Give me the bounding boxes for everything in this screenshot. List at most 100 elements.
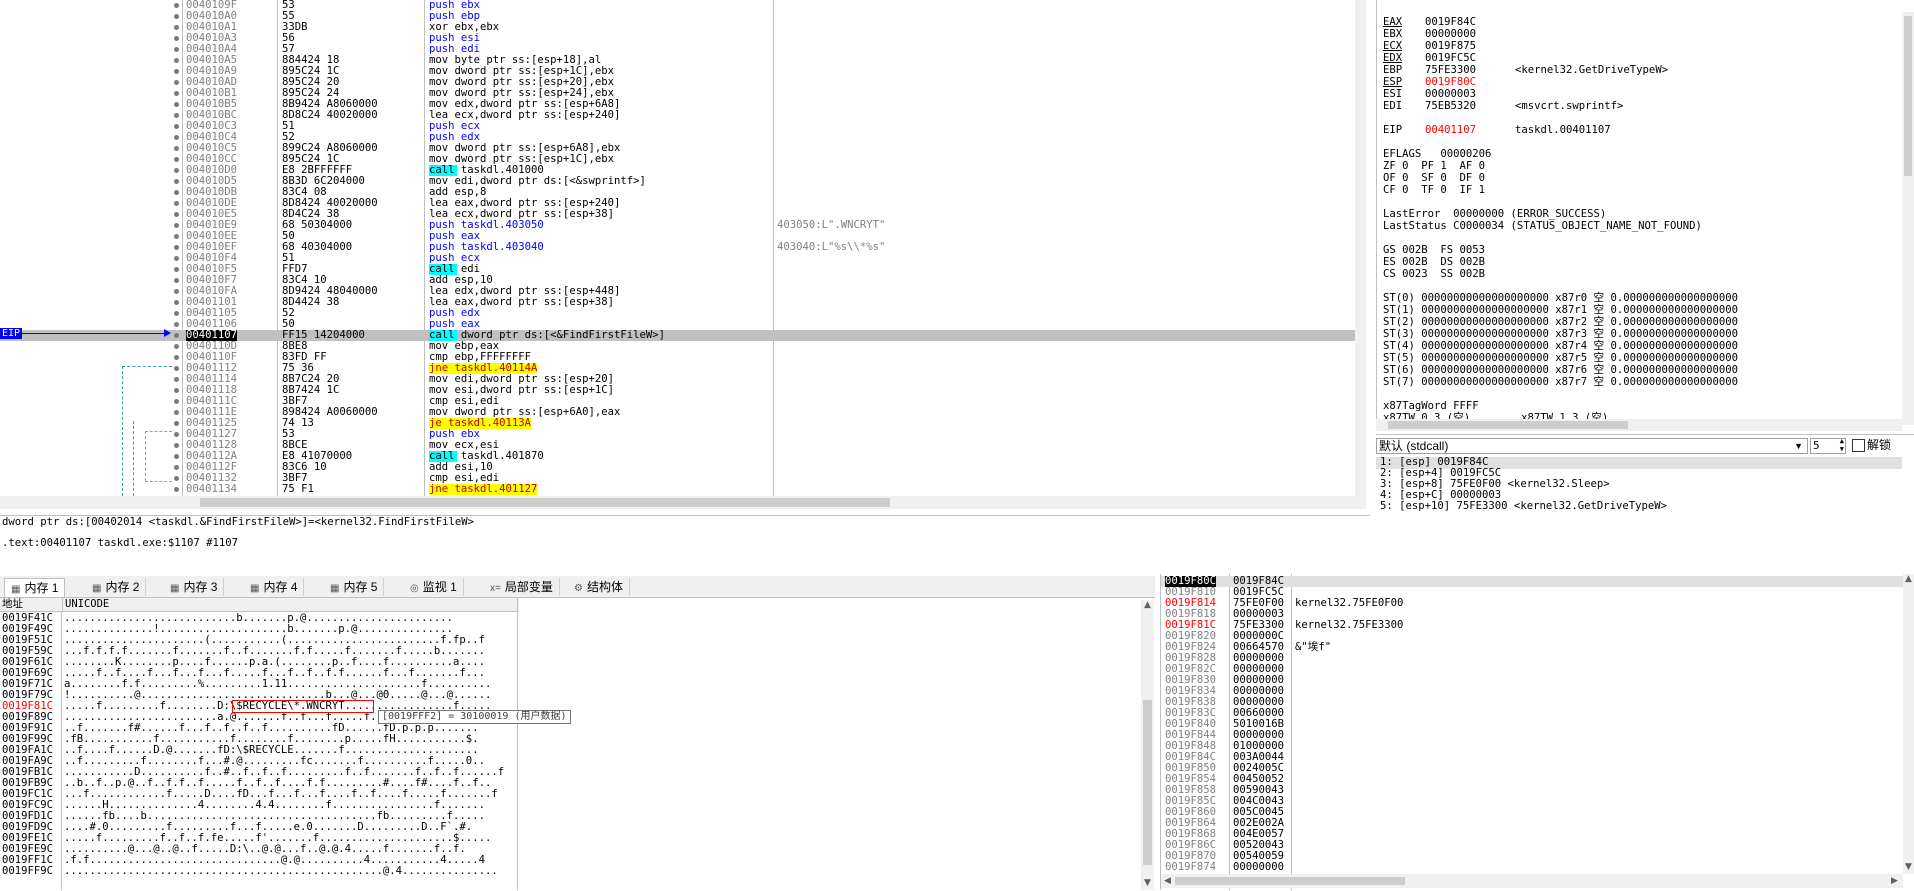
unlock-checkbox[interactable] [1852,439,1865,452]
breakpoint-dot-icon[interactable] [172,264,181,275]
breakpoint-dot-icon[interactable] [172,154,181,165]
register-eip[interactable]: EIP 00401107 taskdl.00401107 [1383,124,1611,136]
breakpoint-dot-icon[interactable] [172,407,181,418]
register-value[interactable]: 75FE3300 [1425,64,1515,76]
breakpoint-dot-icon[interactable] [172,220,181,231]
breakpoint-dot-icon[interactable] [172,352,181,363]
breakpoint-dot-icon[interactable] [172,198,181,209]
flags-line[interactable]: CF 0 TF 0 IF 1 [1383,184,1485,196]
scroll-thumb[interactable] [200,498,890,507]
breakpoint-dot-icon[interactable] [172,11,181,22]
breakpoint-dot-icon[interactable] [172,187,181,198]
scroll-thumb[interactable] [1175,877,1405,885]
tab-3[interactable]: ▦ 内存 3 [164,578,225,596]
segment-line[interactable]: ES 002B DS 002B [1383,256,1485,268]
stack-view[interactable]: 0019F80C 0019F84C 0019F810 0019FC5C 0019F814… [1160,574,1914,890]
tab-4[interactable]: ▦ 内存 4 [244,578,305,596]
register-value[interactable]: 0019FC5C [1425,52,1515,64]
register-value[interactable]: 75EB5320 [1425,100,1515,112]
register-edx[interactable]: EDX 0019FC5C [1383,52,1515,64]
breakpoint-dot-icon[interactable] [172,22,181,33]
register-ebp[interactable]: EBP 75FE3300 <kernel32.GetDriveTypeW> [1383,64,1668,76]
breakpoint-dot-icon[interactable] [172,99,181,110]
register-ebx[interactable]: EBX 00000000 [1383,28,1515,40]
tab-1[interactable]: ▦ 内存 1 [4,578,66,597]
scroll-down-icon[interactable]: ▼ [1905,862,1912,872]
breakpoint-dot-icon[interactable] [172,385,181,396]
breakpoint-dot-icon[interactable] [172,297,181,308]
breakpoint-dot-icon[interactable] [172,319,181,330]
breakpoint-dot-icon[interactable] [172,209,181,220]
breakpoint-dot-icon[interactable] [172,363,181,374]
tab-2[interactable]: ▦ 内存 2 [86,578,147,596]
breakpoint-dot-icon[interactable] [172,374,181,385]
stack-hscrollbar[interactable]: ◀ ▶ [1161,874,1903,888]
register-ecx[interactable]: ECX 0019F875 [1383,40,1515,52]
tab-7[interactable]: x= 局部变量 [484,578,560,596]
breakpoint-dot-icon[interactable] [172,275,181,286]
registers-vscrollbar[interactable] [1902,12,1914,425]
fpu-register-line[interactable]: ST(5) 00000000000000000000 x87r5 空 0.000… [1383,352,1738,364]
breakpoint-dot-icon[interactable] [172,462,181,473]
breakpoint-dot-icon[interactable] [172,110,181,121]
disasm-hscrollbar[interactable] [0,496,1355,509]
laststatus-line[interactable]: LastStatus C0000034 (STATUS_OBJECT_NAME_… [1383,220,1702,232]
eflags-line[interactable]: EFLAGS 00000206 [1383,148,1491,160]
fpu-register-line[interactable]: ST(6) 00000000000000000000 x87r6 空 0.000… [1383,364,1738,376]
breakpoint-dot-icon[interactable] [172,33,181,44]
dump-vscrollbar[interactable]: ▲ ▼ [1141,600,1154,890]
breakpoint-dot-icon[interactable] [172,132,181,143]
register-value[interactable]: 00000000 [1425,28,1515,40]
breakpoint-dot-icon[interactable] [172,286,181,297]
memory-dump[interactable]: 地址 UNICODE 0019F41C.....................… [0,598,1155,890]
register-esi[interactable]: ESI 00000003 [1383,88,1515,100]
breakpoint-dot-icon[interactable] [172,451,181,462]
breakpoint-dot-icon[interactable] [172,66,181,77]
registers-panel[interactable]: EAX 0019F84C EBX 00000000 ECX 0019F875 EDX 0019… [1376,0,1914,425]
register-esp[interactable]: ESP 0019F80C [1383,76,1515,88]
stack-vscrollbar[interactable]: ▲ ▼ [1903,574,1914,874]
disasm-row[interactable]: 00401134 75 F1 jne taskdl.401127 [0,484,1355,495]
register-value[interactable]: 0019F84C [1425,16,1515,28]
breakpoint-dot-icon[interactable] [172,242,181,253]
register-eax[interactable]: EAX 0019F84C [1383,16,1515,28]
breakpoint-dot-icon[interactable] [172,308,181,319]
scroll-thumb[interactable] [1388,421,1628,429]
breakpoint-dot-icon[interactable] [172,121,181,132]
flags-line[interactable]: ZF 0 PF 1 AF 0 [1383,160,1485,172]
breakpoint-dot-icon[interactable] [172,253,181,264]
fpu-register-line[interactable]: ST(1) 00000000000000000000 x87r1 空 0.000… [1383,304,1738,316]
disasm-vscrollbar[interactable] [1355,0,1366,509]
fpu-register-line[interactable]: ST(3) 00000000000000000000 x87r3 空 0.000… [1383,328,1738,340]
fpu-register-line[interactable]: ST(2) 00000000000000000000 x87r2 空 0.000… [1383,316,1738,328]
breakpoint-dot-icon[interactable] [172,0,181,11]
stack-row[interactable]: 0019F874 00000000 [1161,862,1903,873]
breakpoint-dot-icon[interactable] [172,88,181,99]
breakpoint-dot-icon[interactable] [172,330,181,341]
register-value[interactable]: 0019F80C [1425,76,1515,88]
breakpoint-dot-icon[interactable] [172,484,181,495]
breakpoint-dot-icon[interactable] [172,473,181,484]
scroll-up-icon[interactable]: ▲ [1905,574,1912,584]
breakpoint-dot-icon[interactable] [172,55,181,66]
segment-line[interactable]: CS 0023 SS 002B [1383,268,1485,280]
breakpoint-dot-icon[interactable] [172,418,181,429]
scroll-thumb[interactable] [1904,16,1912,176]
lasterror-line[interactable]: LastError 00000000 (ERROR_SUCCESS) [1383,208,1606,220]
segment-line[interactable]: GS 002B FS 0053 [1383,244,1485,256]
scroll-right-icon[interactable]: ▶ [1891,876,1898,886]
col-header-unicode[interactable]: UNICODE [62,598,519,612]
arg-count-spinner[interactable]: 5 ▲ ▼ [1810,437,1846,454]
breakpoint-dot-icon[interactable] [172,231,181,242]
breakpoint-dot-icon[interactable] [172,44,181,55]
tab-6[interactable]: ◎ 监视 1 [404,578,464,596]
breakpoint-dot-icon[interactable] [172,341,181,352]
register-value[interactable]: 00401107 [1425,124,1515,136]
argument-row[interactable]: 5: [esp+10] 75FE3300 <kernel32.GetDriveT… [1380,501,1667,512]
register-value[interactable]: 00000003 [1425,88,1515,100]
tab-5[interactable]: ▦ 内存 5 [324,578,385,596]
col-header-address[interactable]: 地址 [0,598,62,612]
breakpoint-dot-icon[interactable] [172,396,181,407]
fpu-register-line[interactable]: ST(0) 00000000000000000000 x87r0 空 0.000… [1383,292,1738,304]
scroll-up-icon[interactable]: ▲ [1144,600,1151,610]
